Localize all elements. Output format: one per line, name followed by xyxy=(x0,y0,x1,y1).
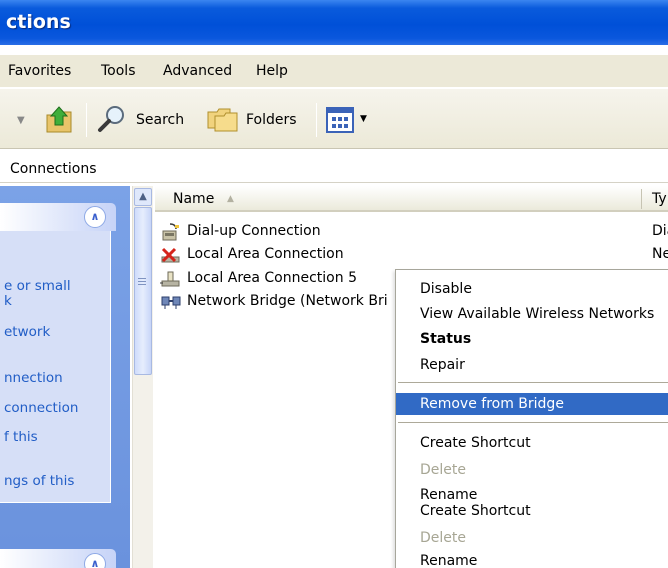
menu-item-disable[interactable]: Disable xyxy=(396,278,668,300)
list-item[interactable]: Local Area Connection xyxy=(160,244,640,266)
lan-connection-icon xyxy=(160,271,180,287)
toolbar: ▼ Search Folders ▼ xyxy=(0,89,668,149)
menu-item-label: Delete xyxy=(420,530,466,546)
menu-tools[interactable]: Tools xyxy=(101,63,136,79)
task-link[interactable]: nnection xyxy=(4,371,63,386)
menu-item-label: Disable xyxy=(420,281,472,297)
menu-item-view-wireless[interactable]: View Available Wireless Networks xyxy=(396,303,668,325)
search-button[interactable]: Search xyxy=(94,99,194,139)
toolbar-separator xyxy=(316,103,317,137)
dialup-connection-icon xyxy=(162,223,179,241)
column-header-name[interactable]: Name xyxy=(173,191,214,207)
up-folder-icon[interactable] xyxy=(44,103,74,135)
menu-item-label: Status xyxy=(420,331,472,347)
collapse-chevron-icon[interactable]: ∧ xyxy=(84,206,106,228)
menu-item-delete: Delete xyxy=(396,527,668,549)
column-divider[interactable] xyxy=(641,189,642,209)
menu-item-label: Create Shortcut xyxy=(420,435,531,451)
toolbar-separator xyxy=(86,103,87,137)
list-item-label: Local Area Connection xyxy=(187,246,344,262)
back-dropdown-icon[interactable]: ▼ xyxy=(17,115,25,126)
views-icon xyxy=(326,107,354,133)
menu-item-label: Repair xyxy=(420,357,465,373)
list-item[interactable]: Network Bridge (Network Bri xyxy=(160,291,400,313)
task-link[interactable]: connection xyxy=(4,401,78,416)
search-label: Search xyxy=(136,112,185,128)
task-link[interactable]: e or small xyxy=(4,279,71,294)
sort-ascending-icon: ▲ xyxy=(227,194,234,204)
task-panel-body: e or small k etwork nnection connection … xyxy=(0,231,111,503)
context-menu: Disable View Available Wireless Networks… xyxy=(395,269,668,568)
task-link[interactable]: ngs of this xyxy=(4,474,74,489)
collapse-chevron-icon[interactable]: ∧ xyxy=(84,553,106,568)
menu-separator xyxy=(398,382,668,383)
task-panel-header[interactable]: ∧ xyxy=(0,549,116,568)
menu-item-delete: Delete xyxy=(396,459,668,481)
menu-item-create-shortcut[interactable]: Create Shortcut xyxy=(396,432,668,454)
menu-favorites[interactable]: Favorites xyxy=(8,63,71,79)
menu-advanced[interactable]: Advanced xyxy=(163,63,232,79)
window-title: ctions xyxy=(6,11,71,33)
search-icon xyxy=(98,106,124,132)
scroll-up-icon[interactable]: ▲ xyxy=(134,188,152,206)
list-item-label: Network Bridge (Network Bri xyxy=(187,293,388,309)
scroll-thumb[interactable] xyxy=(134,207,152,375)
menu-separator xyxy=(398,422,668,423)
list-item[interactable]: Dial-up Connection xyxy=(160,221,640,243)
menu-item-label: Rename xyxy=(420,553,478,568)
title-bar[interactable]: ctions xyxy=(0,0,668,45)
menu-bar: Favorites Tools Advanced Help xyxy=(0,55,668,87)
scroll-grip-icon xyxy=(138,278,146,279)
task-panel-header[interactable]: ∧ xyxy=(0,203,116,231)
task-link[interactable]: f this xyxy=(4,430,38,445)
disconnected-lan-icon xyxy=(161,247,180,263)
network-bridge-icon xyxy=(161,296,181,309)
menu-item-create-shortcut[interactable]: Create Shortcut xyxy=(396,500,668,522)
address-bar[interactable]: Connections xyxy=(0,157,668,183)
column-header-type[interactable]: Ty xyxy=(652,191,667,207)
menu-item-label: View Available Wireless Networks xyxy=(420,306,655,322)
list-item-label: Dial-up Connection xyxy=(187,223,321,239)
address-value: Connections xyxy=(10,161,97,177)
folders-button[interactable]: Folders xyxy=(204,99,304,139)
list-item-label: Local Area Connection 5 xyxy=(187,270,357,286)
task-link[interactable]: k xyxy=(4,294,12,309)
task-pane: ∧ e or small k etwork nnection connectio… xyxy=(0,186,130,568)
menu-item-label: Create Shortcut xyxy=(420,503,531,519)
menu-help[interactable]: Help xyxy=(256,63,288,79)
menu-item-status[interactable]: Status xyxy=(396,328,668,350)
menu-item-label: Remove from Bridge xyxy=(420,396,564,412)
list-item-type: Ne xyxy=(652,246,668,262)
menu-item-label: Delete xyxy=(420,462,466,478)
views-dropdown-icon: ▼ xyxy=(360,114,367,124)
menu-item-remove-from-bridge[interactable]: Remove from Bridge xyxy=(396,393,668,415)
menu-item-rename[interactable]: Rename xyxy=(396,550,668,568)
folders-icon xyxy=(207,108,238,132)
list-item[interactable]: Local Area Connection 5 xyxy=(160,268,400,290)
menu-item-repair[interactable]: Repair xyxy=(396,354,668,376)
views-button[interactable]: ▼ xyxy=(324,103,374,137)
task-pane-scrollbar[interactable]: ▲ xyxy=(132,186,153,568)
task-link[interactable]: etwork xyxy=(4,325,50,340)
list-item-type: Dia xyxy=(652,223,668,239)
list-header: Name ▲ Ty xyxy=(155,186,668,212)
folders-label: Folders xyxy=(246,112,297,128)
